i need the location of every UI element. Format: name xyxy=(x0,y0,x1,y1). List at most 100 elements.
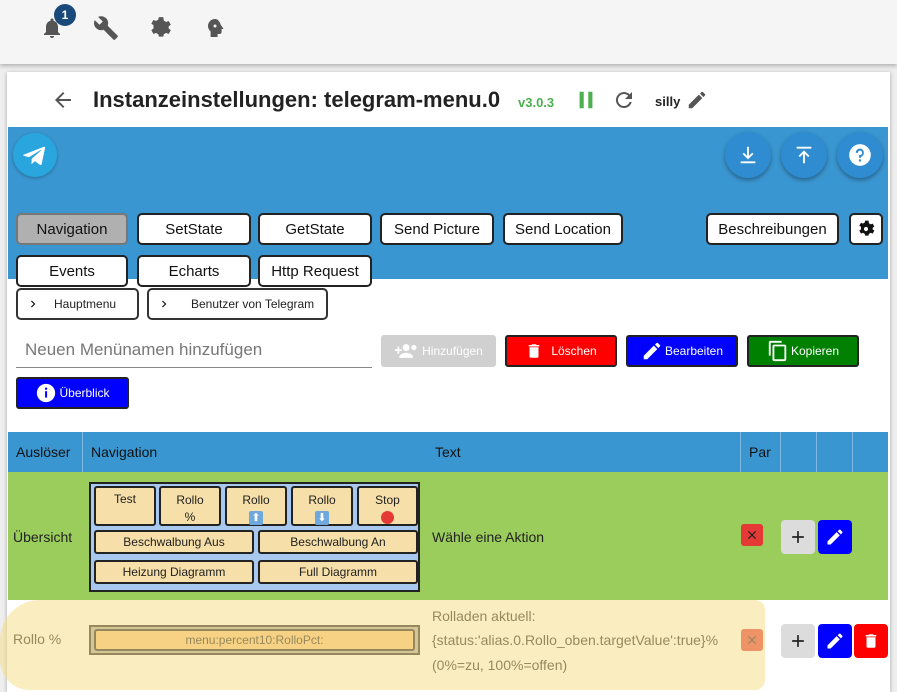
pencil-icon xyxy=(827,633,843,649)
close-icon xyxy=(747,635,757,645)
keyboard-key: Full Diagramm xyxy=(258,560,418,584)
log-level-label: silly xyxy=(655,94,681,109)
tab-setstate[interactable]: SetState xyxy=(137,213,251,245)
red-circle-icon xyxy=(381,511,394,524)
instance-settings-card: Instanzeinstellungen: telegram-menu.0 v3… xyxy=(7,72,890,692)
add-row-button[interactable] xyxy=(781,520,815,554)
help-icon xyxy=(849,144,871,166)
delete-button-label: Löschen xyxy=(551,344,597,358)
table-row[interactable]: Rollo % menu:percent10:RolloPct: Rollade… xyxy=(8,601,888,689)
pencil-icon xyxy=(827,529,843,545)
edit-button-label: Bearbeiten xyxy=(664,344,724,358)
column-divider xyxy=(852,432,853,472)
gear-icon xyxy=(151,17,171,37)
header-text: Text xyxy=(435,444,461,460)
add-row-button[interactable] xyxy=(781,624,815,658)
beschreibungen-button[interactable]: Beschreibungen xyxy=(706,213,839,245)
par-toggle-off[interactable] xyxy=(741,524,763,546)
tab-navigation[interactable]: Navigation xyxy=(16,213,128,245)
download-button[interactable] xyxy=(725,132,771,178)
telegram-logo xyxy=(13,133,57,177)
close-icon xyxy=(747,530,757,540)
nav-benutzer-button[interactable]: Benutzer von Telegram xyxy=(147,288,328,320)
pencil-icon xyxy=(643,342,661,360)
overview-button[interactable]: Überblick xyxy=(16,377,129,409)
keyboard-key: Rollo ⬆ xyxy=(225,486,287,526)
table-header: Auslöser Navigation Text Par xyxy=(8,432,888,472)
settings-button[interactable] xyxy=(849,213,883,245)
par-toggle-off[interactable] xyxy=(741,629,763,651)
column-divider xyxy=(780,432,781,472)
chevron-right-icon xyxy=(162,300,167,308)
tab-getstate[interactable]: GetState xyxy=(258,213,372,245)
head-icon xyxy=(208,19,224,37)
edit-button[interactable]: Bearbeiten xyxy=(626,335,738,367)
copy-icon xyxy=(768,340,787,362)
plus-icon xyxy=(792,635,804,647)
keyboard-key: Heizung Diagramm xyxy=(94,560,254,584)
expert-mode-button[interactable] xyxy=(200,14,228,42)
pause-icon xyxy=(579,91,593,109)
pause-button[interactable] xyxy=(575,89,597,116)
arrow-left-icon xyxy=(55,92,71,108)
plus-icon xyxy=(792,531,804,543)
tab-http-request[interactable]: Http Request xyxy=(258,255,372,287)
column-divider xyxy=(816,432,817,472)
row-text: Wähle eine Aktion xyxy=(432,529,545,545)
keyboard-key: Rollo ⬇ xyxy=(291,486,353,526)
notification-badge: 1 xyxy=(54,4,76,26)
nav-hauptmenu-button[interactable]: Hauptmenu xyxy=(16,288,139,320)
tab-send-picture[interactable]: Send Picture xyxy=(380,213,494,245)
add-button[interactable]: Hinzufügen xyxy=(381,335,496,367)
copy-button[interactable]: Kopieren xyxy=(747,335,859,367)
keyboard-key: Beschwalbung Aus xyxy=(94,530,254,554)
restart-button[interactable] xyxy=(612,88,636,117)
back-button[interactable] xyxy=(51,88,75,117)
settings-wrench-button[interactable] xyxy=(92,14,120,42)
row-text-line: Rolladen aktuell: xyxy=(432,608,536,624)
overview-button-label: Überblick xyxy=(59,386,110,400)
menu-name-input[interactable]: Neuen Menünamen hinzufügen xyxy=(16,334,372,368)
column-divider xyxy=(82,432,83,472)
table-row[interactable]: Übersicht Test Rollo% Rollo ⬆ Rollo ⬇ Stop… xyxy=(8,472,888,600)
edit-row-button[interactable] xyxy=(818,624,852,658)
row-trigger: Übersicht xyxy=(13,529,73,545)
column-divider xyxy=(740,432,741,472)
keyboard-key: Test xyxy=(94,486,156,526)
copy-button-label: Kopieren xyxy=(790,344,840,358)
info-icon xyxy=(37,383,56,403)
instance-header: Instanzeinstellungen: telegram-menu.0 v3… xyxy=(7,72,890,127)
delete-row-button[interactable] xyxy=(854,624,888,658)
trash-icon xyxy=(529,344,540,358)
top-app-bar: 1 xyxy=(0,0,897,64)
edit-row-button[interactable] xyxy=(818,520,852,554)
gear-icon xyxy=(859,220,875,236)
system-settings-button[interactable] xyxy=(146,14,174,42)
row-text-line: {status:'alias.0.Rollo_oben.targetValue'… xyxy=(432,632,719,648)
keyboard-key: menu:percent10:RolloPct: xyxy=(94,629,415,651)
refresh-icon xyxy=(615,92,632,109)
download-icon xyxy=(740,146,756,164)
page-title: Instanzeinstellungen: telegram-menu.0 xyxy=(93,87,501,112)
trash-icon xyxy=(865,634,877,648)
delete-button[interactable]: Löschen xyxy=(505,335,617,367)
add-button-label: Hinzufügen xyxy=(422,344,483,358)
chevron-right-icon xyxy=(31,300,36,308)
tab-echarts[interactable]: Echarts xyxy=(137,255,251,287)
add-group-icon xyxy=(395,344,417,358)
keyboard-key: Stop xyxy=(357,486,418,526)
keyboard-preview: Test Rollo% Rollo ⬆ Rollo ⬇ Stop Beschwalb… xyxy=(89,482,420,592)
edit-log-level-button[interactable] xyxy=(686,89,708,116)
pencil-icon xyxy=(688,91,706,109)
upload-button[interactable] xyxy=(781,132,827,178)
help-button[interactable] xyxy=(837,132,883,178)
tab-toolbar: Navigation SetState GetState Send Pictur… xyxy=(8,127,888,287)
tab-events[interactable]: Events xyxy=(16,255,128,287)
header-par: Par xyxy=(749,444,771,460)
row-text-line: (0%=zu, 100%=offen) xyxy=(432,657,568,673)
upload-icon xyxy=(796,146,812,164)
tab-send-location[interactable]: Send Location xyxy=(503,213,623,245)
header-trigger: Auslöser xyxy=(16,444,71,460)
keyboard-key: Rollo% xyxy=(159,486,221,526)
wrench-icon xyxy=(94,16,118,40)
